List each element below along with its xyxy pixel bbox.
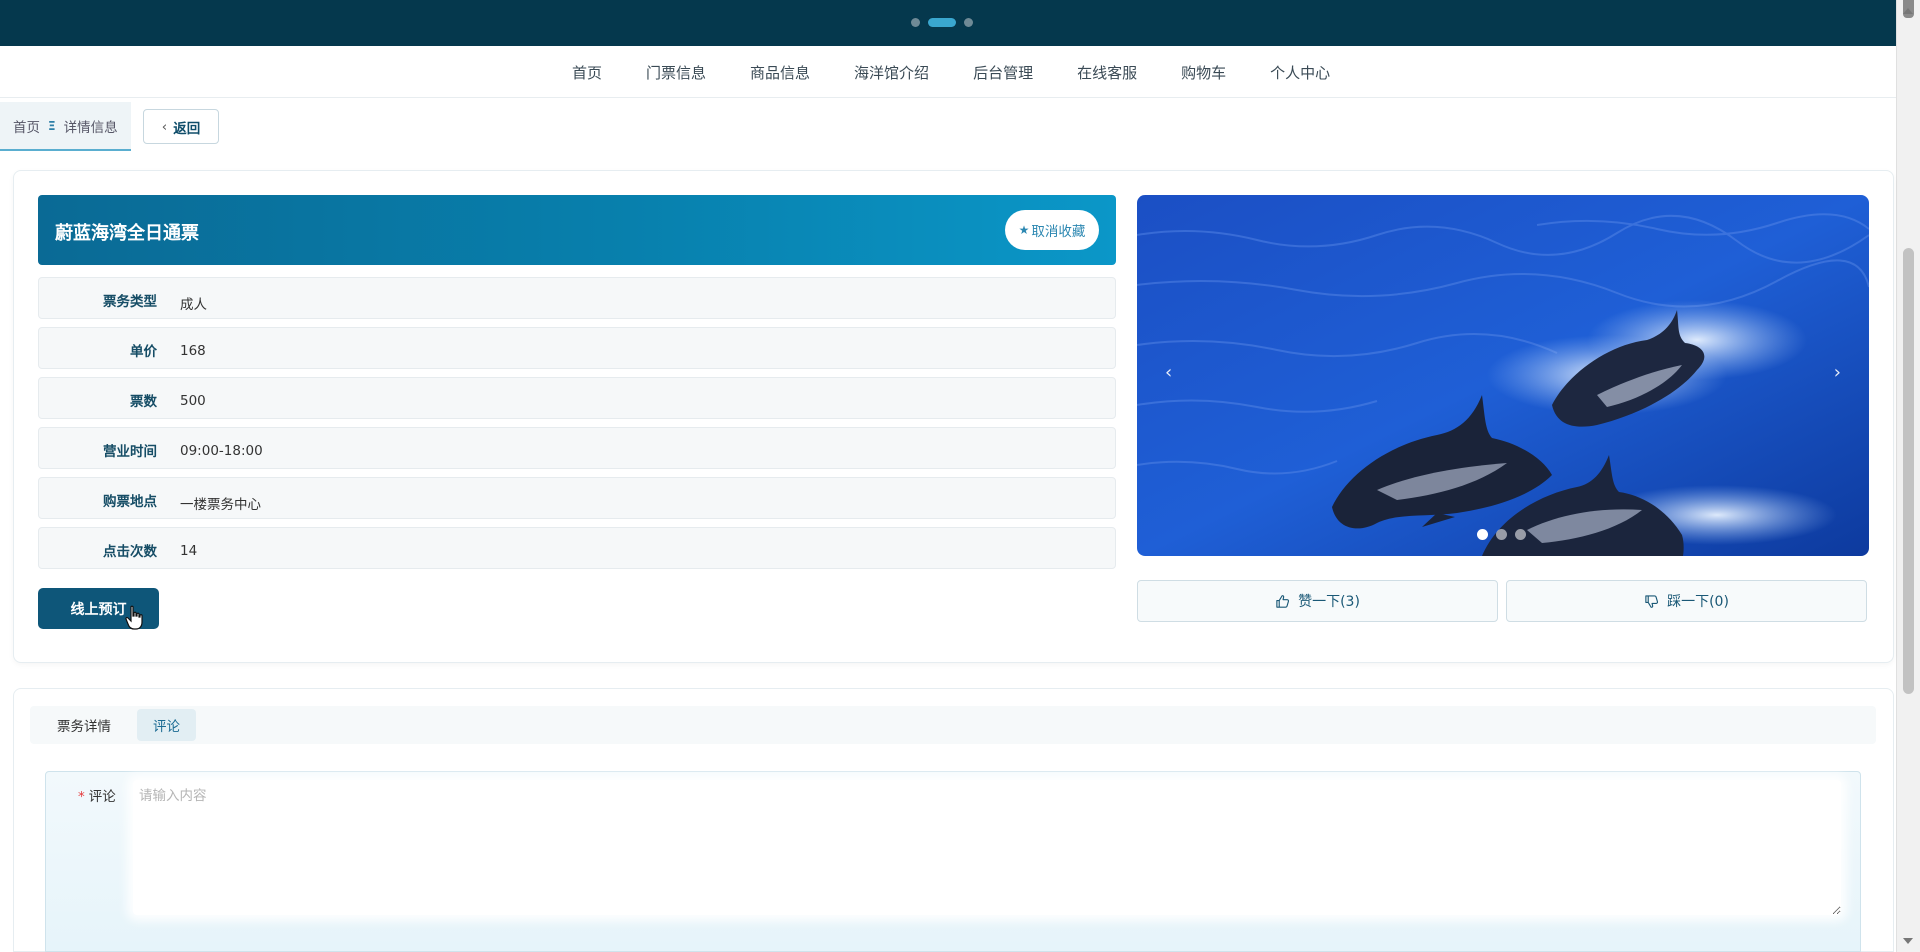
nav-item-tickets[interactable]: 门票信息 — [646, 62, 706, 83]
info-value: 成人 — [180, 297, 207, 313]
required-mark: * — [78, 789, 85, 805]
nav-item-profile[interactable]: 个人中心 — [1270, 62, 1330, 83]
info-value: 一楼票务中心 — [180, 497, 261, 513]
back-button-label: 返回 — [173, 120, 201, 137]
breadcrumb-home[interactable]: 首页 — [13, 116, 40, 136]
chevron-left-icon: ‹ — [161, 118, 168, 135]
nav-item-cart[interactable]: 购物车 — [1181, 62, 1226, 83]
carousel-indicators — [1477, 529, 1526, 540]
tab-label: 票务详情 — [57, 719, 111, 735]
dislike-button[interactable]: 踩一下(0) — [1506, 580, 1867, 622]
breadcrumb: 首页 Ξ 详情信息 — [0, 102, 131, 151]
unfavorite-button[interactable]: ★ 取消收藏 — [1005, 210, 1099, 250]
nav-item-products[interactable]: 商品信息 — [750, 62, 810, 83]
nav-item-support[interactable]: 在线客服 — [1077, 62, 1137, 83]
scroll-up-arrow-icon[interactable] — [1903, 8, 1913, 14]
hand-cursor-icon — [125, 605, 143, 630]
banner-dot[interactable] — [911, 17, 920, 27]
tab-ticket-details[interactable]: 票务详情 — [44, 709, 124, 741]
info-row-opening-hours: 营业时间 09:00-18:00 — [38, 427, 1116, 469]
comment-field-label: * 评论 — [78, 785, 116, 805]
info-value: 09:00-18:00 — [180, 443, 263, 459]
tab-comments[interactable]: 评论 — [137, 709, 196, 741]
back-button[interactable]: ‹ 返回 — [143, 109, 219, 144]
breadcrumb-current: 详情信息 — [63, 119, 118, 136]
ticket-title: 蔚蓝海湾全日通票 — [55, 223, 199, 244]
dislike-label: 踩一下(0) — [1667, 594, 1729, 610]
image-carousel[interactable]: ‹ › — [1137, 195, 1869, 556]
carousel-next-icon[interactable]: › — [1834, 362, 1841, 383]
carousel-dot[interactable] — [1515, 529, 1526, 540]
carousel-dot-active[interactable] — [1477, 529, 1488, 540]
nav-item-admin[interactable]: 后台管理 — [973, 62, 1033, 83]
nav-items: 首页 门票信息 商品信息 海洋馆介绍 后台管理 在线客服 购物车 个人中心 — [572, 46, 1374, 98]
comment-input[interactable] — [133, 780, 1841, 915]
carousel-prev-icon[interactable]: ‹ — [1165, 362, 1172, 383]
info-value: 168 — [180, 343, 206, 359]
info-label: 票务类型 — [103, 294, 157, 310]
info-label: 点击次数 — [103, 544, 157, 560]
like-label: 赞一下(3) — [1298, 594, 1360, 610]
tab-strip — [30, 706, 1876, 744]
info-row-unit-price: 单价 168 — [38, 327, 1116, 369]
ticket-title-bar: 蔚蓝海湾全日通票 ★ 取消收藏 — [38, 195, 1116, 265]
star-icon: ★ — [1018, 223, 1030, 237]
thumbs-up-icon — [1276, 594, 1290, 608]
info-row-click-count: 点击次数 14 — [38, 527, 1116, 569]
banner-dot-active[interactable] — [928, 17, 956, 27]
thumbs-down-icon — [1645, 594, 1659, 608]
info-label: 单价 — [130, 344, 157, 360]
nav-item-home[interactable]: 首页 — [572, 62, 602, 83]
info-label: 购票地点 — [103, 494, 157, 510]
like-button[interactable]: 赞一下(3) — [1137, 580, 1498, 622]
info-row-purchase-location: 购票地点 一楼票务中心 — [38, 477, 1116, 519]
banner-indicator[interactable] — [911, 17, 973, 27]
comment-label-text: 评论 — [88, 789, 116, 805]
tab-label: 评论 — [153, 719, 180, 735]
info-value: 500 — [180, 393, 206, 409]
banner-dot[interactable] — [964, 17, 973, 27]
main-nav: 首页 门票信息 商品信息 海洋馆介绍 后台管理 在线客服 购物车 个人中心 — [0, 46, 1896, 98]
scroll-down-arrow-icon[interactable] — [1903, 938, 1913, 944]
unfavorite-label: 取消收藏 — [1031, 224, 1086, 240]
scrollbar-thumb[interactable] — [1903, 248, 1914, 694]
nav-item-aquarium-intro[interactable]: 海洋馆介绍 — [854, 62, 929, 83]
info-label: 营业时间 — [103, 444, 157, 460]
info-row-ticket-count: 票数 500 — [38, 377, 1116, 419]
online-booking-label: 线上预订 — [70, 601, 127, 618]
page-scrollbar[interactable] — [1896, 0, 1920, 952]
dolphin-photo — [1137, 195, 1869, 556]
info-row-ticket-type: 票务类型 成人 — [38, 277, 1116, 319]
info-value: 14 — [180, 543, 198, 559]
breadcrumb-separator-icon: Ξ — [48, 118, 56, 133]
info-label: 票数 — [130, 394, 157, 410]
top-banner — [0, 0, 1896, 46]
carousel-dot[interactable] — [1496, 529, 1507, 540]
